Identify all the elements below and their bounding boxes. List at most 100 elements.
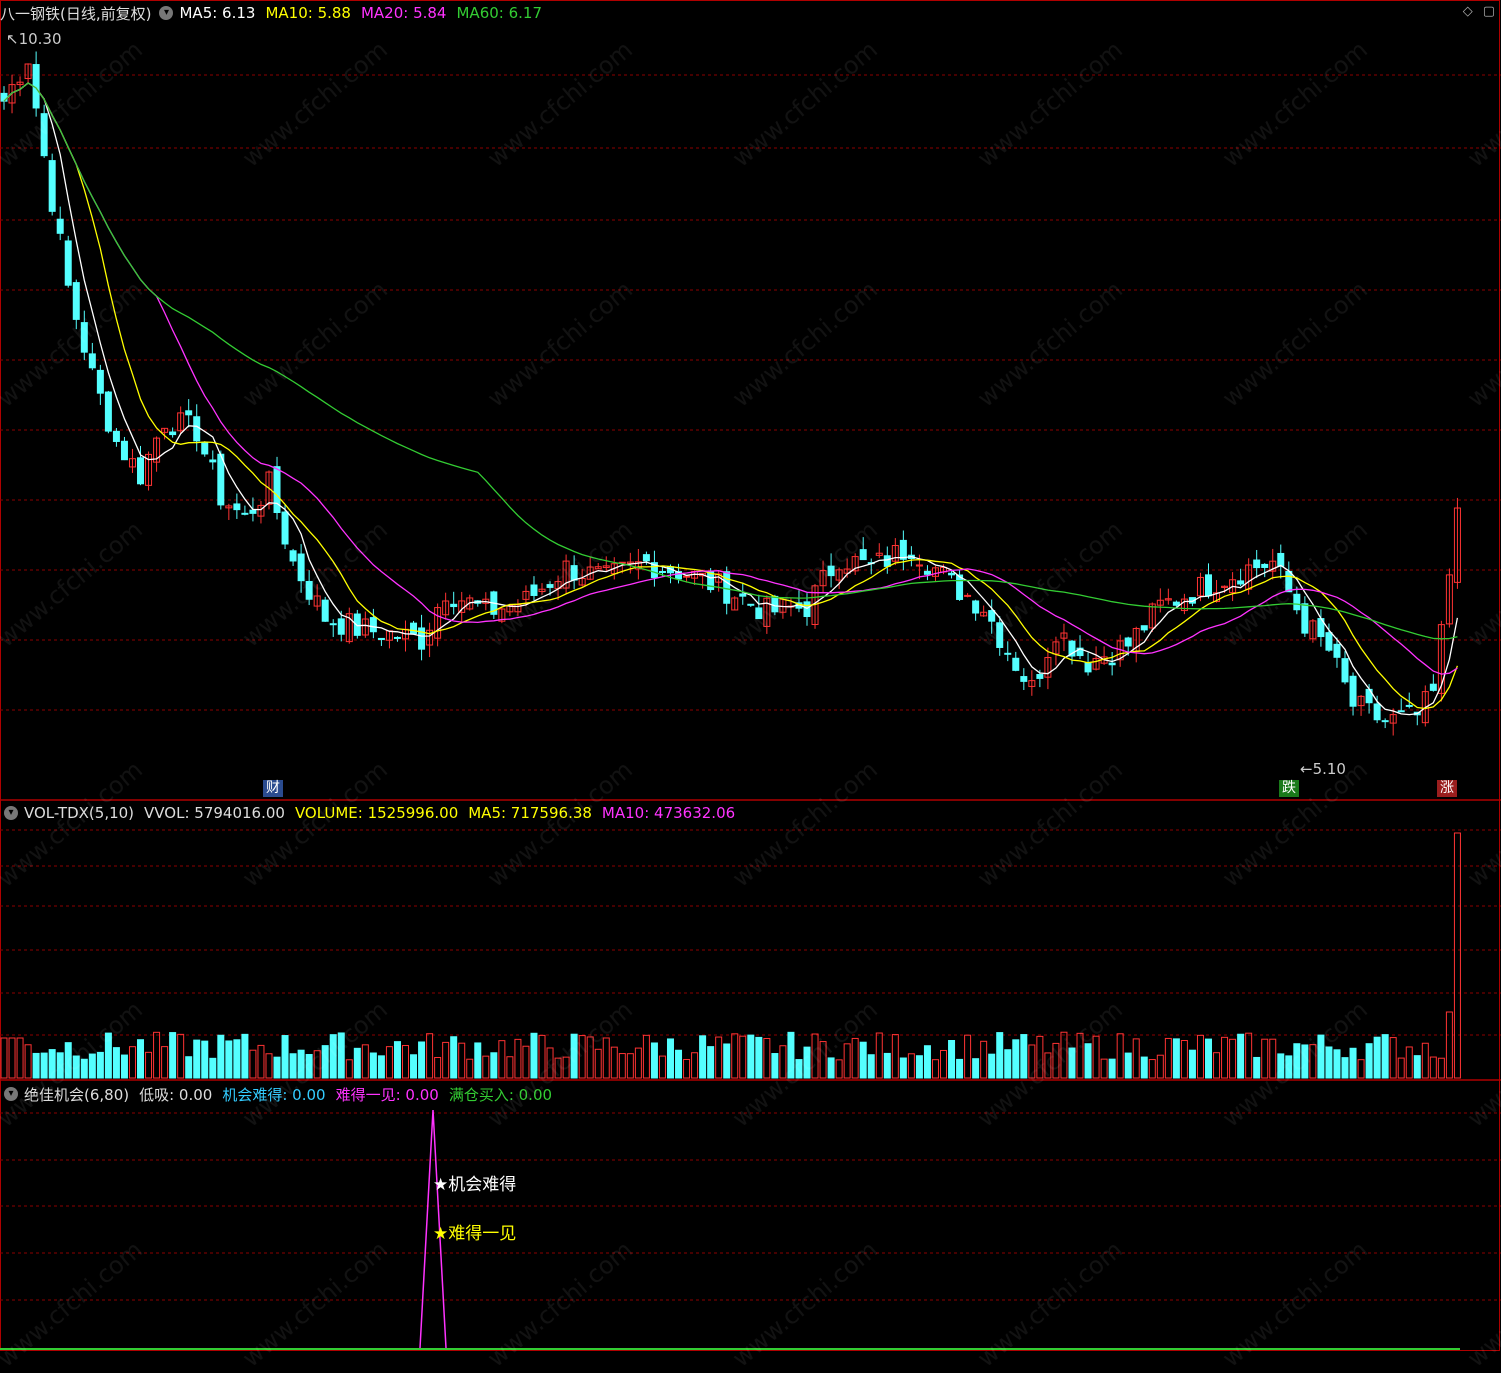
volume-bar bbox=[506, 1056, 514, 1079]
volume-bar bbox=[634, 1047, 642, 1079]
volume-bar bbox=[128, 1046, 136, 1079]
volume-bar bbox=[1405, 1046, 1413, 1079]
candle-body bbox=[658, 570, 666, 573]
volume-bar bbox=[321, 1045, 329, 1079]
finance-badge[interactable]: 财 bbox=[263, 780, 283, 797]
volume-bar bbox=[779, 1045, 787, 1079]
volume-title[interactable]: VOL-TDX(5,10) bbox=[24, 804, 134, 822]
candle-body bbox=[137, 457, 145, 485]
volume-bar bbox=[1060, 1031, 1068, 1079]
volume-bar bbox=[731, 1033, 739, 1079]
nandeyijian-label: 难得一见: 0.00 bbox=[335, 1085, 439, 1104]
candle-body bbox=[72, 282, 80, 320]
volume-bar bbox=[546, 1047, 554, 1079]
candle-body bbox=[747, 603, 755, 606]
candle-body bbox=[193, 416, 201, 442]
volume-bar bbox=[642, 1034, 650, 1079]
panel-controls: ◇ ▢ bbox=[1463, 4, 1495, 19]
collapse-chevron-icon[interactable]: ▾ bbox=[4, 1087, 18, 1101]
volume-bar bbox=[1437, 1057, 1445, 1079]
volume-bar bbox=[1156, 1054, 1164, 1079]
volume-bar bbox=[1325, 1046, 1333, 1079]
volume-bar bbox=[562, 1056, 570, 1079]
vvol-label: VVOL: 5794016.00 bbox=[144, 804, 285, 822]
candle-body bbox=[1172, 601, 1180, 606]
volume-bar bbox=[795, 1059, 803, 1079]
volume-bar bbox=[1028, 1044, 1036, 1079]
volume-bar bbox=[265, 1053, 273, 1079]
signal-panel-header: ▾ 绝佳机会(6,80) 低吸: 0.00 机会难得: 0.00 难得一见: 0… bbox=[0, 1083, 562, 1105]
volume-bar bbox=[474, 1042, 482, 1079]
candle-body bbox=[1349, 675, 1357, 707]
candle-body bbox=[1301, 603, 1309, 634]
volume-bar bbox=[514, 1038, 522, 1079]
volume-bar bbox=[578, 1035, 586, 1079]
candle-body bbox=[683, 575, 691, 578]
chart-canvas[interactable] bbox=[0, 0, 1501, 1352]
volume-bar bbox=[153, 1031, 161, 1079]
volume-bar bbox=[1429, 1056, 1437, 1079]
limit-down-badge[interactable]: 跌 bbox=[1279, 780, 1299, 797]
volume-bar bbox=[755, 1036, 763, 1079]
volume-bar bbox=[1245, 1032, 1253, 1079]
candle-body bbox=[1004, 652, 1012, 655]
volume-bar bbox=[723, 1043, 731, 1079]
volume-bar bbox=[145, 1051, 153, 1079]
candle-body bbox=[827, 565, 835, 577]
collapse-chevron-icon[interactable]: ▾ bbox=[159, 6, 174, 20]
candle-body bbox=[1205, 574, 1212, 597]
limit-up-badge[interactable]: 涨 bbox=[1437, 780, 1457, 797]
square-icon[interactable]: ▢ bbox=[1483, 4, 1495, 19]
volume-bar bbox=[675, 1049, 683, 1079]
volume-bar bbox=[450, 1036, 458, 1079]
volume-bar bbox=[522, 1045, 530, 1079]
volume-bar bbox=[1381, 1034, 1389, 1079]
candle-body bbox=[1140, 625, 1148, 631]
volume-bars bbox=[0, 832, 1461, 1079]
volume-bar bbox=[691, 1052, 699, 1079]
volume-bar bbox=[225, 1040, 233, 1079]
volume-bar bbox=[1052, 1042, 1060, 1079]
volume-panel-header: ▾ VOL-TDX(5,10) VVOL: 5794016.00 VOLUME:… bbox=[0, 802, 745, 824]
volume-bar bbox=[402, 1045, 409, 1079]
low-price-mark: ←5.10 bbox=[1300, 760, 1346, 778]
signal-title[interactable]: 绝佳机会(6,80) bbox=[24, 1084, 129, 1105]
volume-bar bbox=[24, 1044, 32, 1079]
volume-bar bbox=[1397, 1057, 1405, 1079]
candle-body bbox=[241, 512, 249, 515]
volume-bar bbox=[1445, 1011, 1453, 1079]
candle-body bbox=[1405, 704, 1413, 707]
volume-bar bbox=[972, 1058, 980, 1079]
vol-ma5-label: MA5: 717596.38 bbox=[468, 804, 592, 822]
candle-body bbox=[233, 503, 241, 511]
volume-bar bbox=[650, 1042, 658, 1079]
diamond-icon[interactable]: ◇ bbox=[1463, 4, 1473, 19]
volume-label: VOLUME: 1525996.00 bbox=[294, 804, 459, 822]
volume-bar bbox=[996, 1032, 1004, 1079]
volume-bar bbox=[281, 1035, 289, 1079]
volume-bar bbox=[610, 1046, 618, 1079]
volume-bar bbox=[915, 1055, 923, 1079]
volume-bar bbox=[530, 1032, 538, 1079]
candle-body bbox=[393, 636, 401, 639]
stock-title[interactable]: 八一钢铁(日线,前复权) bbox=[0, 3, 151, 24]
volume-bar bbox=[1132, 1038, 1140, 1079]
volume-bar bbox=[1100, 1058, 1108, 1079]
volume-bar bbox=[931, 1059, 939, 1079]
volume-bar bbox=[988, 1053, 996, 1079]
volume-bar bbox=[466, 1058, 474, 1079]
volume-bar bbox=[201, 1040, 209, 1079]
candle-body bbox=[80, 322, 88, 353]
volume-bar bbox=[1084, 1043, 1092, 1079]
volume-bar bbox=[747, 1034, 755, 1079]
signal-annotation-nandeyijian: ★难得一见 bbox=[433, 1224, 517, 1244]
candle-body bbox=[48, 160, 56, 212]
candle-body bbox=[1261, 563, 1269, 568]
volume-bar bbox=[1140, 1056, 1148, 1079]
volume-bar bbox=[1229, 1038, 1237, 1079]
collapse-chevron-icon[interactable]: ▾ bbox=[4, 806, 18, 820]
high-price-mark: ↖10.30 bbox=[6, 30, 62, 48]
volume-bar bbox=[80, 1058, 88, 1079]
volume-bar bbox=[658, 1055, 666, 1079]
volume-bar bbox=[217, 1034, 225, 1079]
